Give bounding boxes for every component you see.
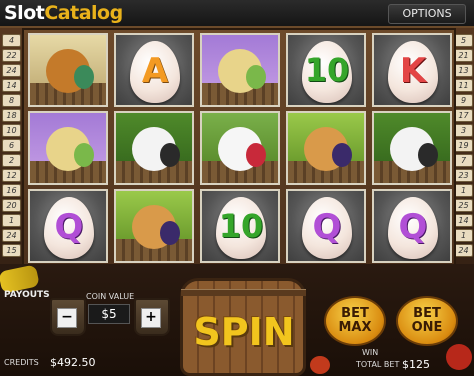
credits-label: CREDITS bbox=[4, 358, 39, 367]
payline-number[interactable]: 6 bbox=[2, 139, 21, 152]
credits-value: $492.50 bbox=[50, 356, 96, 369]
total-bet-value: $125 bbox=[402, 358, 430, 371]
payline-number[interactable]: 24 bbox=[454, 244, 473, 257]
payline-number[interactable]: 19 bbox=[454, 139, 473, 152]
payline-number[interactable]: 21 bbox=[454, 49, 473, 62]
payline-number[interactable]: 10 bbox=[2, 124, 21, 137]
payline-number[interactable]: 7 bbox=[454, 154, 473, 167]
payline-number[interactable]: 12 bbox=[2, 169, 21, 182]
scarecrow-icon bbox=[114, 189, 194, 263]
reel-symbol-letter: Q bbox=[28, 189, 108, 263]
reel-grid: Q A 10 10 Q K Q bbox=[22, 28, 456, 266]
payline-number[interactable]: 16 bbox=[2, 184, 21, 197]
reel-symbol-letter: Q bbox=[372, 189, 452, 263]
payline-number[interactable]: 23 bbox=[454, 169, 473, 182]
slot-game: SlotCatalog OPTIONS 4 22 24 14 8 18 10 6 2 12 16 20… bbox=[0, 0, 474, 376]
horse-icon bbox=[28, 111, 108, 185]
payline-number[interactable]: 24 bbox=[2, 64, 21, 77]
symbol-letter: 10 bbox=[304, 51, 350, 89]
payline-number[interactable]: 25 bbox=[454, 199, 473, 212]
duck-icon bbox=[28, 33, 108, 107]
symbol-letter: 10 bbox=[218, 207, 264, 245]
control-panel: PAYOUTS − + COIN VALUE $5 CREDITS $492.5… bbox=[0, 264, 474, 376]
reel-symbol-letter: 10 bbox=[286, 33, 366, 107]
tomato-icon bbox=[310, 356, 330, 374]
top-bar: SlotCatalog OPTIONS bbox=[0, 0, 474, 28]
reel-symbol-letter: Q bbox=[286, 189, 366, 263]
reel-symbol-letter: K bbox=[372, 33, 452, 107]
payline-number[interactable]: 1 bbox=[454, 184, 473, 197]
payline-number[interactable]: 13 bbox=[454, 64, 473, 77]
bet-max-button[interactable]: BET MAX bbox=[324, 296, 386, 346]
payline-number[interactable]: 8 bbox=[2, 94, 21, 107]
total-bet-label: TOTAL BET bbox=[356, 360, 400, 369]
symbol-letter: K bbox=[399, 51, 427, 91]
scarecrow-icon bbox=[286, 111, 366, 185]
payline-number[interactable]: 9 bbox=[454, 94, 473, 107]
payouts-button[interactable]: PAYOUTS bbox=[4, 290, 50, 300]
cow-icon bbox=[114, 111, 194, 185]
logo-text-slot: Slot bbox=[4, 2, 45, 24]
payline-number[interactable]: 20 bbox=[2, 199, 21, 212]
payline-number[interactable]: 22 bbox=[2, 49, 21, 62]
payline-number[interactable]: 3 bbox=[454, 124, 473, 137]
reel-symbol-letter: A bbox=[114, 33, 194, 107]
coin-decrease-button[interactable]: − bbox=[57, 308, 77, 328]
payline-number[interactable]: 24 bbox=[2, 229, 21, 242]
tomato-icon bbox=[446, 344, 472, 370]
payline-number[interactable]: 11 bbox=[454, 79, 473, 92]
slotcatalog-logo: SlotCatalog bbox=[4, 2, 123, 24]
coin-value-label: COIN VALUE bbox=[86, 292, 135, 301]
payline-number[interactable]: 2 bbox=[2, 154, 21, 167]
bet-one-button[interactable]: BET ONE bbox=[396, 296, 458, 346]
payline-number[interactable]: 14 bbox=[454, 214, 473, 227]
hen-icon bbox=[200, 111, 280, 185]
payline-number[interactable]: 18 bbox=[2, 109, 21, 122]
win-label: WIN bbox=[362, 348, 379, 357]
paylines-left: 4 22 24 14 8 18 10 6 2 12 16 20 1 24 15 bbox=[2, 34, 21, 259]
payline-number[interactable]: 14 bbox=[2, 79, 21, 92]
payline-number[interactable]: 1 bbox=[454, 229, 473, 242]
coin-increase-button[interactable]: + bbox=[141, 308, 161, 328]
horse-icon bbox=[200, 33, 280, 107]
symbol-letter: Q bbox=[398, 207, 428, 247]
payline-number[interactable]: 4 bbox=[2, 34, 21, 47]
spin-button[interactable]: SPIN bbox=[186, 310, 302, 354]
reel-symbol-letter: 10 bbox=[200, 189, 280, 263]
options-button[interactable]: OPTIONS bbox=[388, 4, 466, 24]
payline-number[interactable]: 15 bbox=[2, 244, 21, 257]
payline-number[interactable]: 1 bbox=[2, 214, 21, 227]
paylines-right: 5 21 13 11 9 17 3 19 7 23 1 25 14 1 24 bbox=[454, 34, 473, 259]
cow-icon bbox=[372, 111, 452, 185]
symbol-letter: Q bbox=[54, 207, 84, 247]
symbol-letter: Q bbox=[312, 207, 342, 247]
symbol-letter: A bbox=[141, 51, 169, 91]
payline-number[interactable]: 5 bbox=[454, 34, 473, 47]
coin-value-display: $5 bbox=[88, 304, 130, 324]
logo-text-catalog: Catalog bbox=[44, 2, 123, 24]
payline-number[interactable]: 17 bbox=[454, 109, 473, 122]
